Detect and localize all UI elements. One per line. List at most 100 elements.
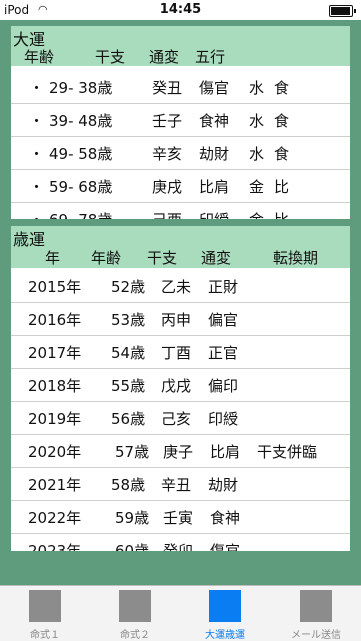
taiun-col-tsuhen: 通変 (149, 48, 180, 66)
saiun-col-kanshi: 干支 (147, 249, 178, 267)
saiun-kanshi: 乙未 (161, 278, 192, 296)
saiun-kanshi: 癸卯 (163, 542, 194, 551)
taiun-gogyo-2: 比 (274, 178, 290, 196)
saiun-row[interactable]: 2015年 52歳 乙未 正財 (11, 269, 350, 303)
taiun-kanshi: 壬子 (152, 112, 183, 130)
saiun-row[interactable]: 2016年 53歳 丙申 偏官 (11, 302, 350, 336)
saiun-tenkanki: 干支併臨 (257, 443, 318, 461)
saiun-col-year: 年 (45, 249, 61, 267)
status-bar: iPod ◠ 14:45 (0, 0, 361, 20)
saiun-kanshi: 壬寅 (163, 509, 194, 527)
saiun-title: 歳運 (13, 230, 46, 249)
saiun-age: 52歳 (111, 278, 146, 296)
saiun-row[interactable]: 2017年 54歳 丁酉 正官 (11, 335, 350, 369)
taiun-tsuhen: 食神 (199, 112, 230, 130)
taiun-row[interactable]: ・ 49- 58歳 辛亥 劫財 水 食 (11, 136, 350, 170)
saiun-panel: 歳運 年 年齢 干支 通変 転換期 2015年 52歳 乙未 正財 2016年 … (11, 226, 350, 551)
saiun-age: 58歳 (111, 476, 146, 494)
taiun-kanshi: 己酉 (152, 209, 182, 219)
tab-meishiki-1[interactable]: 命式１ (0, 586, 90, 641)
saiun-kanshi: 戊戌 (161, 377, 192, 395)
saiun-row[interactable]: 2022年 59歳 壬寅 食神 (11, 500, 350, 534)
taiun-tsuhen: 比肩 (199, 178, 230, 196)
saiun-year: 2022年 (28, 509, 82, 527)
taiun-age: 69- 78歳 (49, 209, 112, 219)
saiun-tsuhen: 食神 (210, 509, 241, 527)
saiun-row[interactable]: 2021年 58歳 辛丑 劫財 (11, 467, 350, 501)
taiun-age: 49- 58歳 (49, 145, 113, 163)
saiun-row[interactable]: 2018年 55歳 戊戌 偏印 (11, 368, 350, 402)
taiun-row[interactable]: ・ 29- 38歳 癸丑 傷官 水 食 (11, 70, 350, 104)
saiun-age: 57歳 (115, 443, 150, 461)
taiun-row[interactable]: ・ 39- 48歳 壬子 食神 水 食 (11, 103, 350, 137)
taiun-col-gogyo: 五行 (195, 48, 226, 66)
tab-label: 命式１ (30, 630, 60, 641)
saiun-age: 60歳 (115, 542, 150, 551)
taiun-age: 39- 48歳 (49, 112, 113, 130)
taiun-row[interactable]: ・ 59- 68歳 庚戌 比肩 金 比 (11, 169, 350, 203)
saiun-year: 2019年 (28, 410, 82, 428)
saiun-header: 歳運 年 年齢 干支 通変 転換期 (11, 226, 350, 268)
saiun-kanshi: 庚子 (163, 443, 194, 461)
battery-icon (329, 5, 356, 17)
taiun-tsuhen: 印綬 (199, 209, 229, 219)
taiun-age: 29- 38歳 (49, 79, 113, 97)
saiun-tsuhen: 偏印 (208, 377, 239, 395)
taiun-panel: 大運 年齢 干支 通変 五行 ・ 29- 38歳 癸丑 傷官 水 食 ・ 39-… (11, 26, 350, 219)
saiun-list[interactable]: 2015年 52歳 乙未 正財 2016年 53歳 丙申 偏官 2017年 54… (11, 269, 350, 551)
saiun-kanshi: 丁酉 (161, 344, 192, 362)
taiun-kanshi: 庚戌 (152, 178, 183, 196)
taiun-age: 59- 68歳 (49, 178, 113, 196)
status-time: 14:45 (159, 2, 202, 17)
tab-taiun-saiun[interactable]: 大運歳運 (180, 586, 270, 641)
bullet: ・ (29, 209, 44, 219)
bullet: ・ (29, 145, 45, 163)
saiun-row[interactable]: 2020年 57歳 庚子 比肩 干支併臨 (11, 434, 350, 468)
taiun-col-kanshi: 干支 (95, 48, 126, 66)
saiun-age: 54歳 (111, 344, 146, 362)
bullet: ・ (29, 79, 45, 97)
taiun-header: 大運 年齢 干支 通変 五行 (11, 26, 350, 66)
saiun-year: 2023年 (28, 542, 82, 551)
saiun-year: 2016年 (28, 311, 82, 329)
saiun-col-age: 年齢 (91, 249, 122, 267)
saiun-kanshi: 丙申 (161, 311, 192, 329)
tab-meishiki-2[interactable]: 命式２ (90, 586, 180, 641)
tab-label: 大運歳運 (205, 630, 245, 641)
saiun-tsuhen: 印綬 (208, 410, 239, 428)
saiun-year: 2020年 (28, 443, 82, 461)
tab-label: メール送信 (291, 630, 341, 641)
taiun-gogyo-1: 水 (249, 79, 265, 97)
taiun-tsuhen: 傷官 (199, 79, 230, 97)
tab-bar: 命式１ 命式２ 大運歳運 メール送信 (0, 585, 361, 641)
taiun-list[interactable]: ・ 29- 38歳 癸丑 傷官 水 食 ・ 39- 48歳 壬子 食神 水 食 … (11, 70, 350, 219)
saiun-col-tsuhen: 通変 (201, 249, 232, 267)
saiun-tsuhen: 傷官 (210, 542, 241, 551)
saiun-age: 53歳 (111, 311, 146, 329)
taiun-gogyo-2: 食 (274, 112, 290, 130)
taiun-row[interactable]: ・ 69- 78歳 己酉 印綬 金 比 (11, 202, 350, 219)
saiun-row[interactable]: 2023年 60歳 癸卯 傷官 (11, 533, 350, 551)
saiun-age: 56歳 (111, 410, 146, 428)
saiun-age: 59歳 (115, 509, 150, 527)
bullet: ・ (29, 178, 45, 196)
meishiki-1-icon (29, 590, 61, 622)
saiun-tsuhen: 正財 (208, 278, 239, 296)
taiun-gogyo-1: 金 (249, 209, 264, 219)
saiun-year: 2015年 (28, 278, 82, 296)
saiun-row[interactable]: 2019年 56歳 己亥 印綬 (11, 401, 350, 435)
meishiki-2-icon (119, 590, 151, 622)
taiun-gogyo-1: 金 (249, 178, 265, 196)
tab-mail-send[interactable]: メール送信 (271, 586, 361, 641)
saiun-year: 2017年 (28, 344, 82, 362)
taiun-gogyo-1: 水 (249, 112, 265, 130)
taiun-gogyo-2: 比 (274, 209, 289, 219)
saiun-tsuhen: 比肩 (210, 443, 241, 461)
taiun-tsuhen: 劫財 (199, 145, 230, 163)
mail-send-icon (300, 590, 332, 622)
taiun-gogyo-2: 食 (274, 145, 290, 163)
saiun-kanshi: 己亥 (161, 410, 192, 428)
taiun-col-age: 年齢 (24, 48, 55, 66)
tab-label: 命式２ (120, 630, 150, 641)
saiun-age: 55歳 (111, 377, 146, 395)
